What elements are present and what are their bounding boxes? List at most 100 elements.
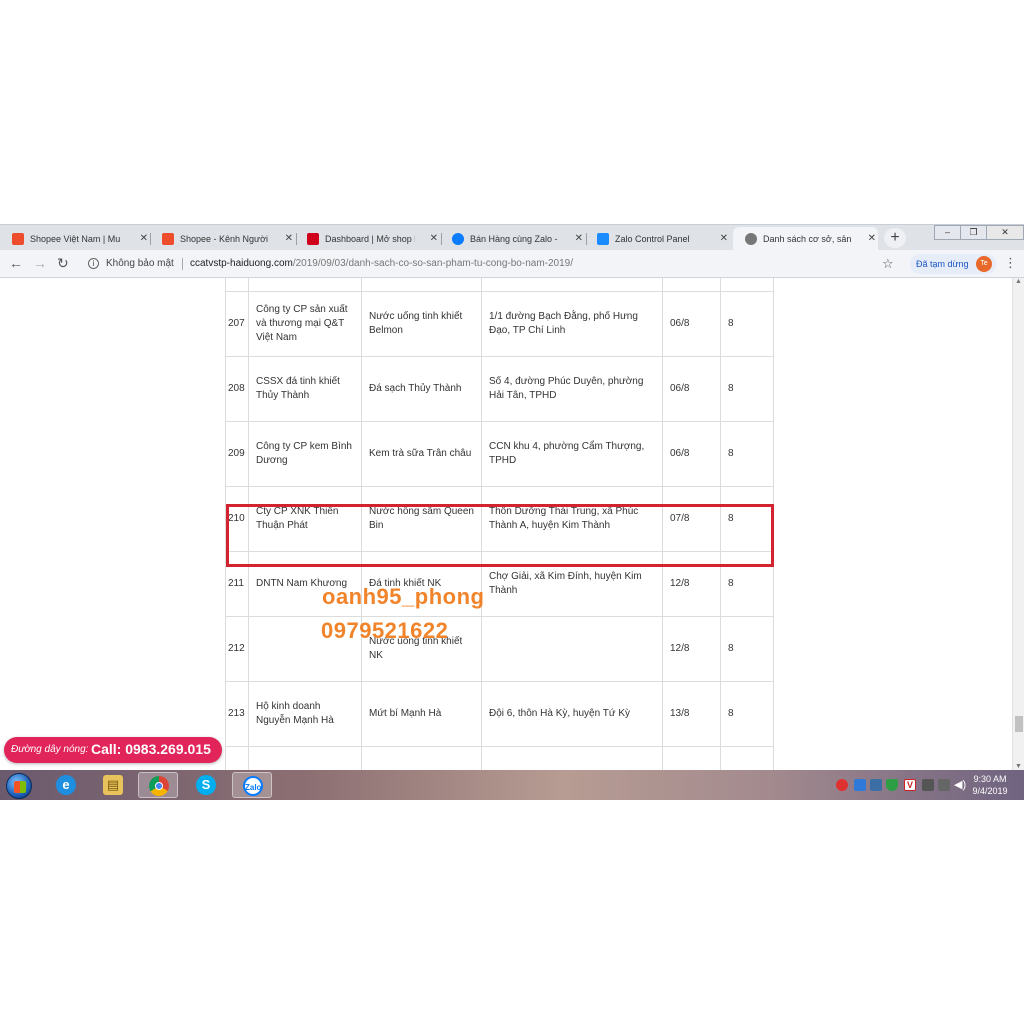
restore-icon[interactable]: ❐ [960,225,987,240]
url-path: /2019/09/03/danh-sach-co-so-san-pham-tu-… [292,258,574,269]
highlight-box [226,504,774,567]
row-number: 207 [225,291,249,357]
quantity-cell: 8 [720,356,774,422]
quantity-cell [720,278,774,292]
url-text[interactable]: ccatvstp-haiduong.com/2019/09/03/danh-sa… [190,253,573,275]
window-controls: – ❐ ✕ [934,225,1024,241]
watermark-name: oanh95_phong [322,584,485,609]
bookmark-star-icon[interactable]: ☆ [882,253,894,275]
product-cell [361,278,482,292]
tab-danh-sach[interactable]: Danh sách cơ sở, sản ph ✕ [733,227,878,251]
usb-icon[interactable] [922,779,934,791]
address-cell: CCN khu 4, phường Cẩm Thượng, TPHD [481,421,663,487]
date-cell: 06/8 [662,356,721,422]
tab-shopee-vietnam[interactable]: Shopee Việt Nam | Mua ✕ [0,227,150,251]
tab-close-icon[interactable]: ✕ [575,227,583,251]
menu-icon[interactable]: ⋮ [1004,255,1017,271]
vertical-scrollbar[interactable]: ▲ ▼ [1012,278,1024,770]
internet-explorer-icon: e [56,775,76,795]
system-clock[interactable]: 9:30 AM 9/4/2019 [970,773,1010,797]
windows-taskbar: e ▤ S Zalo V ◀) 9:30 AM 9/4/2019 [0,770,1024,800]
company-cell [248,278,362,292]
scroll-down-icon[interactable]: ▼ [1015,763,1022,770]
table-row [225,746,774,770]
clock-time: 9:30 AM [973,774,1007,784]
table-row: 207 Công ty CP sản xuất và thương mại Q&T… [225,291,774,357]
tab-close-icon[interactable]: ✕ [430,227,438,251]
row-number [225,278,249,292]
display-icon[interactable] [938,779,950,791]
taskbar-zalo[interactable]: Zalo [232,772,272,798]
antivirus-icon[interactable] [836,779,848,791]
table-row: 213 Hộ kinh doanh Nguyễn Mạnh Hà Mứt bí Mạ… [225,681,774,747]
chrome-icon [149,776,169,796]
scroll-up-icon[interactable]: ▲ [1015,278,1022,285]
tab-title: Shopee - Kênh Người bá [180,234,270,244]
tab-shopee-seller[interactable]: Shopee - Kênh Người bá ✕ [150,227,295,251]
tab-close-icon[interactable]: ✕ [720,227,728,251]
product-cell: Nước uống tinh khiết Belmon [361,291,482,357]
shopee-icon [12,233,24,245]
row-number: 208 [225,356,249,422]
v-icon[interactable]: V [904,779,916,791]
date-cell: 06/8 [662,421,721,487]
info-icon[interactable]: i [88,258,99,269]
taskbar-chrome[interactable] [138,772,178,798]
avatar: Te [976,256,992,272]
quantity-cell: 8 [720,681,774,747]
skype-icon: S [196,775,216,795]
date-cell: 06/8 [662,291,721,357]
table-row [225,278,774,292]
zalo-icon [597,233,609,245]
folder-icon: ▤ [103,775,123,795]
tab-title: Dashboard | Mở shop b [325,234,415,244]
scroll-thumb[interactable] [1015,716,1023,732]
new-tab-button[interactable]: + [884,228,906,248]
hotline-number: Call: 0983.269.015 [91,741,211,757]
date-cell [662,746,721,770]
tab-zalo-control-panel[interactable]: Zalo Control Panel ✕ [585,227,730,251]
watermark-phone: 0979521622 [321,618,449,643]
zalo-icon [452,233,464,245]
forward-icon[interactable]: → [33,255,47,271]
url-host: ccatvstp-haiduong.com [190,258,293,269]
security-label[interactable]: Không bảo mật [106,253,174,275]
taskbar-file-explorer[interactable]: ▤ [93,772,133,798]
profile-button[interactable]: Đã tạm dừng Te [910,254,996,274]
address-bar[interactable]: i Không bảo mật ccatvstp-haiduong.com/20… [80,253,900,275]
tab-title: Zalo Control Panel [615,234,690,244]
table-row: 209 Công ty CP kem Bình Dương Kem trà sữa … [225,421,774,487]
product-cell: Kem trà sữa Trân châu [361,421,482,487]
taskbar-internet-explorer[interactable]: e [46,772,86,798]
close-window-icon[interactable]: ✕ [986,225,1024,240]
start-button[interactable] [6,773,32,799]
windows-logo-icon [14,781,26,793]
back-icon[interactable]: ← [9,255,23,271]
tab-close-icon[interactable]: ✕ [868,227,876,251]
zalo-icon: Zalo [243,776,263,796]
address-cell [481,616,663,682]
minimize-icon[interactable]: – [934,225,961,240]
tab-close-icon[interactable]: ✕ [140,227,148,251]
address-cell: 1/1 đường Bạch Đằng, phố Hưng Đạo, TP Ch… [481,291,663,357]
volume-icon[interactable]: ◀) [954,779,966,791]
network-manager-icon[interactable] [854,779,866,791]
product-cell: Đá sạch Thủy Thành [361,356,482,422]
tab-close-icon[interactable]: ✕ [285,227,293,251]
monitor-icon[interactable] [870,779,882,791]
row-number: 209 [225,421,249,487]
date-cell [662,278,721,292]
profile-status: Đã tạm dừng [916,259,969,269]
tab-zalo-sales[interactable]: Bán Hàng cùng Zalo - Za ✕ [440,227,585,251]
shield-icon[interactable] [886,779,898,791]
hotline-button[interactable]: Đường dây nóng: Call: 0983.269.015 [4,737,222,763]
product-cell [361,746,482,770]
taskbar-skype[interactable]: S [186,772,226,798]
clock-date: 9/4/2019 [972,786,1008,796]
reload-icon[interactable]: ↻ [57,255,69,272]
table-row: 212 Nước uống tinh khiết NK 12/8 8 [225,616,774,682]
tab-dashboard[interactable]: Dashboard | Mở shop b ✕ [295,227,440,251]
address-cell: Đội 6, thôn Hà Kỳ, huyện Tứ Kỳ [481,681,663,747]
address-cell: Số 4, đường Phúc Duyên, phường Hải Tân, … [481,356,663,422]
hotline-label: Đường dây nóng: [11,744,89,755]
